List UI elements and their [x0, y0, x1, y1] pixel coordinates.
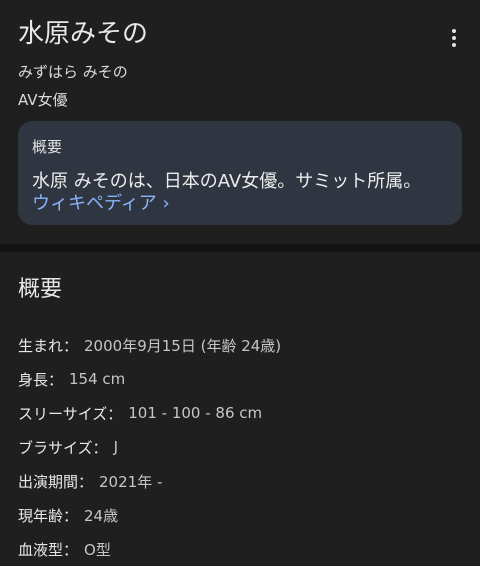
fact-value: 24歳	[84, 506, 119, 525]
fact-value: 154 cm	[69, 370, 126, 388]
fact-value: 2000年9月15日 (年齢 24歳)	[84, 336, 282, 355]
fact-row-active-period: 出演期間： 2021年 -	[18, 464, 468, 498]
details-section: 概要 生まれ： 2000年9月15日 (年齢 24歳) 身長： 154 cm ス…	[0, 252, 480, 559]
fact-label: 生まれ：	[18, 336, 79, 355]
section-divider	[0, 244, 480, 252]
fact-value: J	[113, 438, 118, 456]
fact-value: 2021年 -	[99, 472, 163, 491]
fact-label: 血液型：	[18, 540, 79, 559]
summary-heading: 概要	[32, 138, 63, 156]
fact-value: 101 - 100 - 86 cm	[128, 404, 263, 422]
fact-label: 現年齢：	[18, 506, 79, 525]
more-vert-icon	[452, 29, 456, 33]
summary-card: 概要 水原 みそのは、日本のAV女優。サミット所属。 ウィキペディア ›	[18, 121, 462, 225]
entity-reading: みずはら みその	[18, 63, 128, 81]
facts-list: 生まれ： 2000年9月15日 (年齢 24歳) 身長： 154 cm スリーサ…	[18, 328, 468, 566]
fact-row-measurements: スリーサイズ： 101 - 100 - 86 cm	[18, 396, 468, 430]
fact-label: 出演期間：	[18, 472, 94, 491]
fact-value: O型	[84, 540, 111, 559]
fact-row-current-age: 現年齢： 24歳	[18, 498, 468, 532]
fact-row-blood-type: 血液型： O型	[18, 532, 468, 566]
fact-label: ブラサイズ：	[18, 438, 108, 457]
wikipedia-link[interactable]: ウィキペディア ›	[32, 189, 170, 215]
fact-label: 身長：	[18, 370, 64, 389]
fact-row-bra-size: ブラサイズ： J	[18, 430, 468, 464]
entity-title: 水原みその	[18, 19, 149, 49]
more-vert-icon-dot	[452, 43, 456, 47]
fact-label: スリーサイズ：	[18, 404, 123, 423]
entity-subtitle: AV女優	[18, 91, 68, 109]
more-vert-icon-dot	[452, 36, 456, 40]
more-options-button[interactable]	[440, 24, 468, 52]
knowledge-panel-header: 水原みその みずはら みその AV女優 概要 水原 みそのは、日本のAV女優。サ…	[0, 0, 480, 244]
section-title: 概要	[18, 277, 63, 302]
fact-row-birth: 生まれ： 2000年9月15日 (年齢 24歳)	[18, 328, 468, 362]
fact-row-height: 身長： 154 cm	[18, 362, 468, 396]
